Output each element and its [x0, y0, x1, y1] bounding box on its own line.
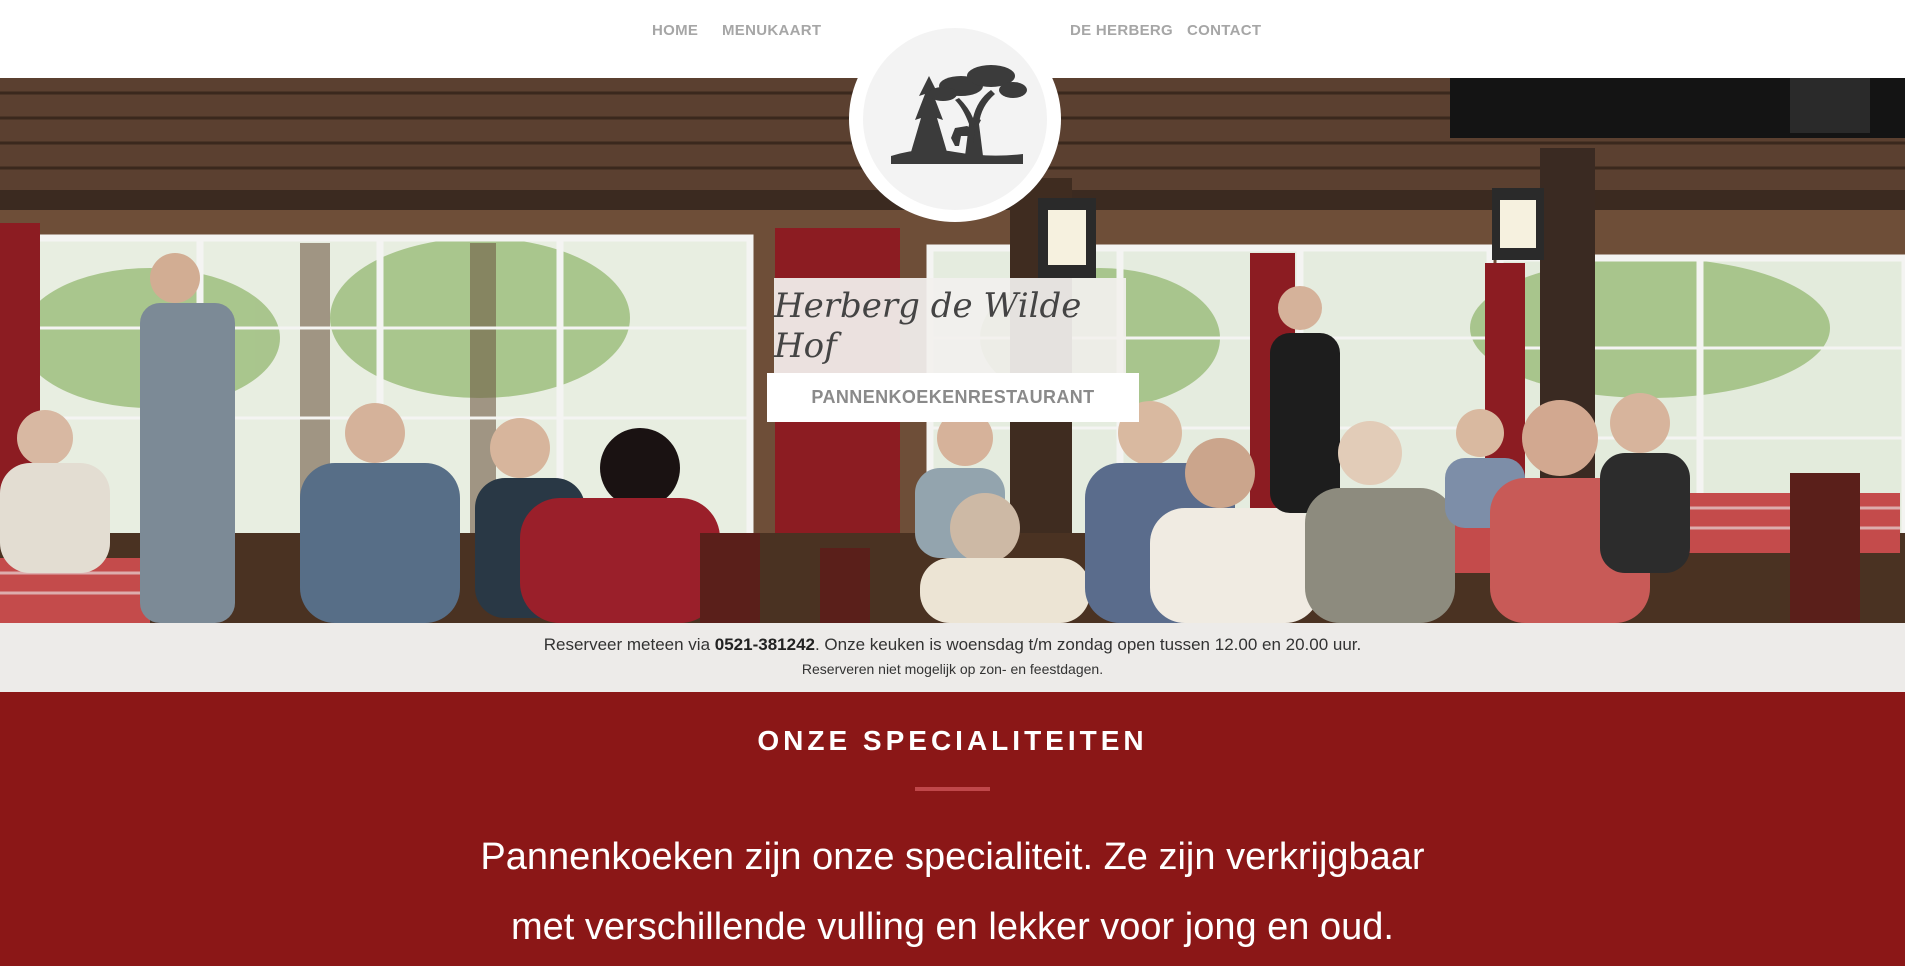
hero-title-box: Herberg de Wilde Hof: [774, 278, 1126, 373]
logo[interactable]: [849, 16, 1061, 222]
reservation-text: Reserveer meteen via 0521-381242. Onze k…: [0, 635, 1905, 655]
nav-home-link[interactable]: HOME: [652, 22, 698, 39]
site-title: Herberg de Wilde Hof: [774, 285, 1082, 366]
reservation-prefix: Reserveer meteen via: [543, 635, 715, 654]
nav-contact-link[interactable]: CONTACT: [1187, 22, 1261, 39]
logo-inner: [863, 28, 1047, 210]
specialities-heading: ONZE SPECIALITEITEN: [757, 725, 1148, 756]
reservation-banner: Reserveer meteen via 0521-381242. Onze k…: [0, 623, 1905, 692]
site-subtitle: PANNENKOEKENRESTAURANT: [811, 387, 1095, 407]
specialities-section: ONZE SPECIALITEITEN Pannenkoeken zijn on…: [0, 692, 1905, 966]
reservation-phone[interactable]: 0521-381242: [715, 635, 815, 654]
hero-subtitle-box: PANNENKOEKENRESTAURANT: [767, 373, 1139, 422]
reservation-suffix: . Onze keuken is woensdag t/m zondag ope…: [814, 635, 1362, 654]
heading-divider: [915, 787, 990, 791]
deer-tree-logo-icon: [891, 65, 1027, 164]
reservation-note: Reserveren niet mogelijk op zon- en fees…: [801, 661, 1104, 677]
nav-de-herberg-link[interactable]: DE HERBERG: [1070, 22, 1173, 39]
nav-menukaart-link[interactable]: MENUKAART: [722, 22, 821, 39]
specialities-body: Pannenkoeken zijn onze specialiteit. Ze …: [480, 836, 1425, 948]
page: HOME MENUKAART DE HERBERG CONTACT Herber…: [0, 0, 1905, 966]
